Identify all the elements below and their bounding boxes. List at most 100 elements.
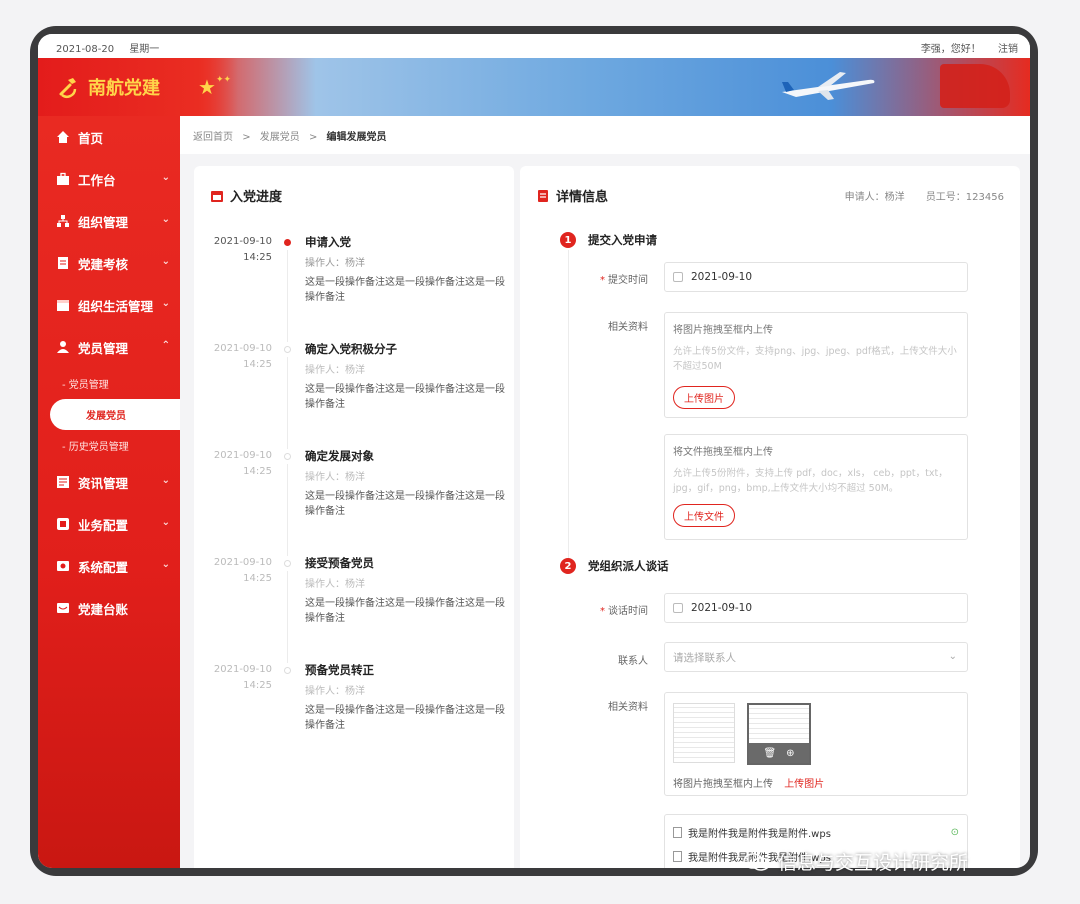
upload-hint: 将图片拖拽至框内上传 (673, 325, 773, 336)
image-thumbnail-hovered[interactable]: 🗑 ⊕ (747, 703, 811, 765)
timeline-title: 申请入党 (305, 235, 351, 249)
applicant-name: 申请人：杨洋 (844, 192, 905, 203)
progress-title: 入党进度 (210, 186, 282, 205)
timeline-datetime: 2021-09-10 14:25 (213, 450, 272, 477)
timeline-connector (287, 250, 288, 342)
image-upload-area[interactable]: 将图片拖拽至框内上传 允许上传5份文件，支持png、jpg、jpeg、pdf格式… (664, 312, 968, 418)
chevron-down-icon: ⌄ (161, 214, 170, 225)
zoom-icon[interactable]: ⊕ (786, 748, 794, 759)
timeline-operator: 操作人：杨洋 (305, 686, 365, 697)
employee-number: 员工号：123456 (925, 192, 1004, 203)
sidebar-item-label: 组织管理 (78, 214, 129, 230)
progress-panel: 入党进度 2021-09-10 14:25 申请入党 操作人：杨洋 这是一段操作备… (194, 166, 514, 868)
app-screen: 2021-08-20 星期一 李强，您好！ 注销 南航党建 ★✦✦ 首页 工作台… (38, 34, 1030, 868)
submit-time-label: * 提交时间 (600, 275, 648, 286)
upload-image-link[interactable]: 上传图片 (784, 779, 824, 790)
timeline-item: 2021-09-10 14:25 确定发展对象 操作人：杨洋 这是一段操作备注这是… (210, 448, 510, 556)
progress-timeline: 2021-09-10 14:25 申请入党 操作人：杨洋 这是一段操作备注这是一段… (210, 234, 510, 769)
sidebar-item-label: 资讯管理 (78, 475, 129, 491)
sidebar-item-label: 组织生活管理 (78, 298, 154, 314)
sidebar-subitem-history-members[interactable]: - 历史党员管理 (38, 430, 180, 461)
chevron-down-icon: ⌄ (948, 651, 957, 662)
sidebar-item-org[interactable]: 组织管理 ⌄ (38, 200, 180, 242)
step-2-header: 2 党组织派人谈话 (560, 558, 669, 574)
file-upload-area[interactable]: 将文件拖拽至框内上传 允许上传5份附件，支持上传 pdf，doc，xls， ce… (664, 434, 968, 540)
brand-name: 南航党建 (88, 78, 160, 99)
step-connector (568, 250, 569, 564)
sidebar-subitem-member-management[interactable]: - 党员管理 (38, 368, 180, 399)
org-icon (57, 215, 69, 227)
materials-label: 相关资料 (608, 322, 648, 333)
timeline-dot (284, 239, 291, 246)
sidebar-item-assessment[interactable]: 党建考核 ⌄ (38, 242, 180, 284)
breadcrumb-parent[interactable]: 发展党员 (260, 132, 300, 143)
system-icon (57, 561, 69, 571)
timeline-item: 2021-09-10 14:25 接受预备党员 操作人：杨洋 这是一段操作备注这是… (210, 555, 510, 663)
sidebar-item-business-config[interactable]: 业务配置 ⌄ (38, 503, 180, 545)
sidebar-item-news[interactable]: 资讯管理 ⌄ (38, 461, 180, 503)
sidebar-item-workbench[interactable]: 工作台 ⌄ (38, 158, 180, 200)
briefcase-icon (57, 172, 69, 185)
sidebar-item-members[interactable]: 党员管理 ⌃ (38, 326, 180, 368)
breadcrumb-home[interactable]: 返回首页 (193, 132, 233, 143)
timeline-dot (284, 346, 291, 353)
timeline-note: 这是一段操作备注这是一段操作备注这是一段操作备注 (305, 384, 505, 410)
upload-image-button[interactable]: 上传图片 (673, 386, 735, 409)
chevron-down-icon: ⌄ (161, 298, 170, 309)
timeline-title: 预备党员转正 (305, 663, 374, 677)
breadcrumb-separator: > (242, 132, 251, 143)
chevron-up-icon: ⌃ (161, 340, 170, 351)
sidebar-item-org-life[interactable]: 组织生活管理 ⌄ (38, 284, 180, 326)
chevron-down-icon: ⌄ (161, 256, 170, 267)
chevron-down-icon: ⌄ (161, 517, 170, 528)
chevron-down-icon: ⌄ (161, 172, 170, 183)
timeline-datetime: 2021-09-10 14:25 (213, 236, 272, 263)
sidebar-item-label: 工作台 (78, 172, 116, 188)
business-icon (57, 518, 69, 530)
upload-file-button[interactable]: 上传文件 (673, 504, 735, 527)
timeline-item: 2021-09-10 14:25 预备党员转正 操作人：杨洋 这是一段操作备注这是… (210, 662, 510, 769)
calendar-icon (673, 603, 683, 613)
breadcrumb: 返回首页 > 发展党员 > 编辑发展党员 (180, 116, 1030, 154)
materials-label: 相关资料 (608, 702, 648, 713)
step-number: 1 (560, 232, 576, 248)
assessment-icon (58, 257, 68, 269)
contact-select[interactable]: 请选择联系人 ⌄ (664, 642, 968, 672)
timeline-dot (284, 560, 291, 567)
sidebar-item-home[interactable]: 首页 (38, 116, 180, 158)
chevron-down-icon: ⌄ (161, 475, 170, 486)
sidebar-item-label: 系统配置 (78, 559, 129, 575)
timeline-dot (284, 453, 291, 460)
image-upload-area[interactable]: 🗑 ⊕ 将图片拖拽至框内上传 上传图片 (664, 692, 968, 796)
talk-time-label: * 谈话时间 (600, 606, 648, 617)
timeline-operator: 操作人：杨洋 (305, 579, 365, 590)
header-banner: 南航党建 ★✦✦ (38, 58, 1030, 116)
timeline-title: 确定发展对象 (305, 449, 374, 463)
timeline-title: 确定入党积极分子 (305, 342, 397, 356)
sidebar-item-label: 党建台账 (78, 601, 129, 617)
sidebar-item-ledger[interactable]: 党建台账 (38, 587, 180, 629)
timeline-note: 这是一段操作备注这是一段操作备注这是一段操作备注 (305, 598, 505, 624)
timeline-note: 这是一段操作备注这是一段操作备注这是一段操作备注 (305, 491, 505, 517)
top-bar: 2021-08-20 星期一 李强，您好！ 注销 (38, 34, 1030, 58)
calendar-icon (57, 300, 69, 311)
sidebar-item-label: 业务配置 (78, 517, 129, 533)
thumbnail-actions: 🗑 ⊕ (749, 743, 809, 763)
image-thumbnail[interactable] (673, 703, 735, 763)
breadcrumb-separator: > (308, 132, 318, 143)
talk-time-field[interactable]: 2021-09-10 (664, 593, 968, 623)
sidebar-item-system-config[interactable]: 系统配置 ⌄ (38, 545, 180, 587)
attachment-item[interactable]: 我是附件我是附件我是附件.wps ⊙ (673, 823, 959, 841)
logout-link[interactable]: 注销 (998, 44, 1018, 55)
applicant-info: 申请人：杨洋 员工号：123456 (827, 188, 1004, 203)
timeline-item: 2021-09-10 14:25 申请入党 操作人：杨洋 这是一段操作备注这是一段… (210, 234, 510, 342)
list-icon (538, 189, 548, 202)
timeline-datetime: 2021-09-10 14:25 (213, 557, 272, 584)
brand-logo[interactable]: 南航党建 (56, 74, 160, 100)
delete-icon[interactable]: 🗑 (763, 748, 776, 759)
sidebar-subitem-develop-members[interactable]: 发展党员 (50, 399, 180, 430)
timeline-item: 2021-09-10 14:25 确定入党积极分子 操作人：杨洋 这是一段操作备注… (210, 341, 510, 449)
sidebar-item-label: 党建考核 (78, 256, 129, 272)
contact-label: 联系人 (618, 656, 648, 667)
submit-time-field[interactable]: 2021-09-10 (664, 262, 968, 292)
